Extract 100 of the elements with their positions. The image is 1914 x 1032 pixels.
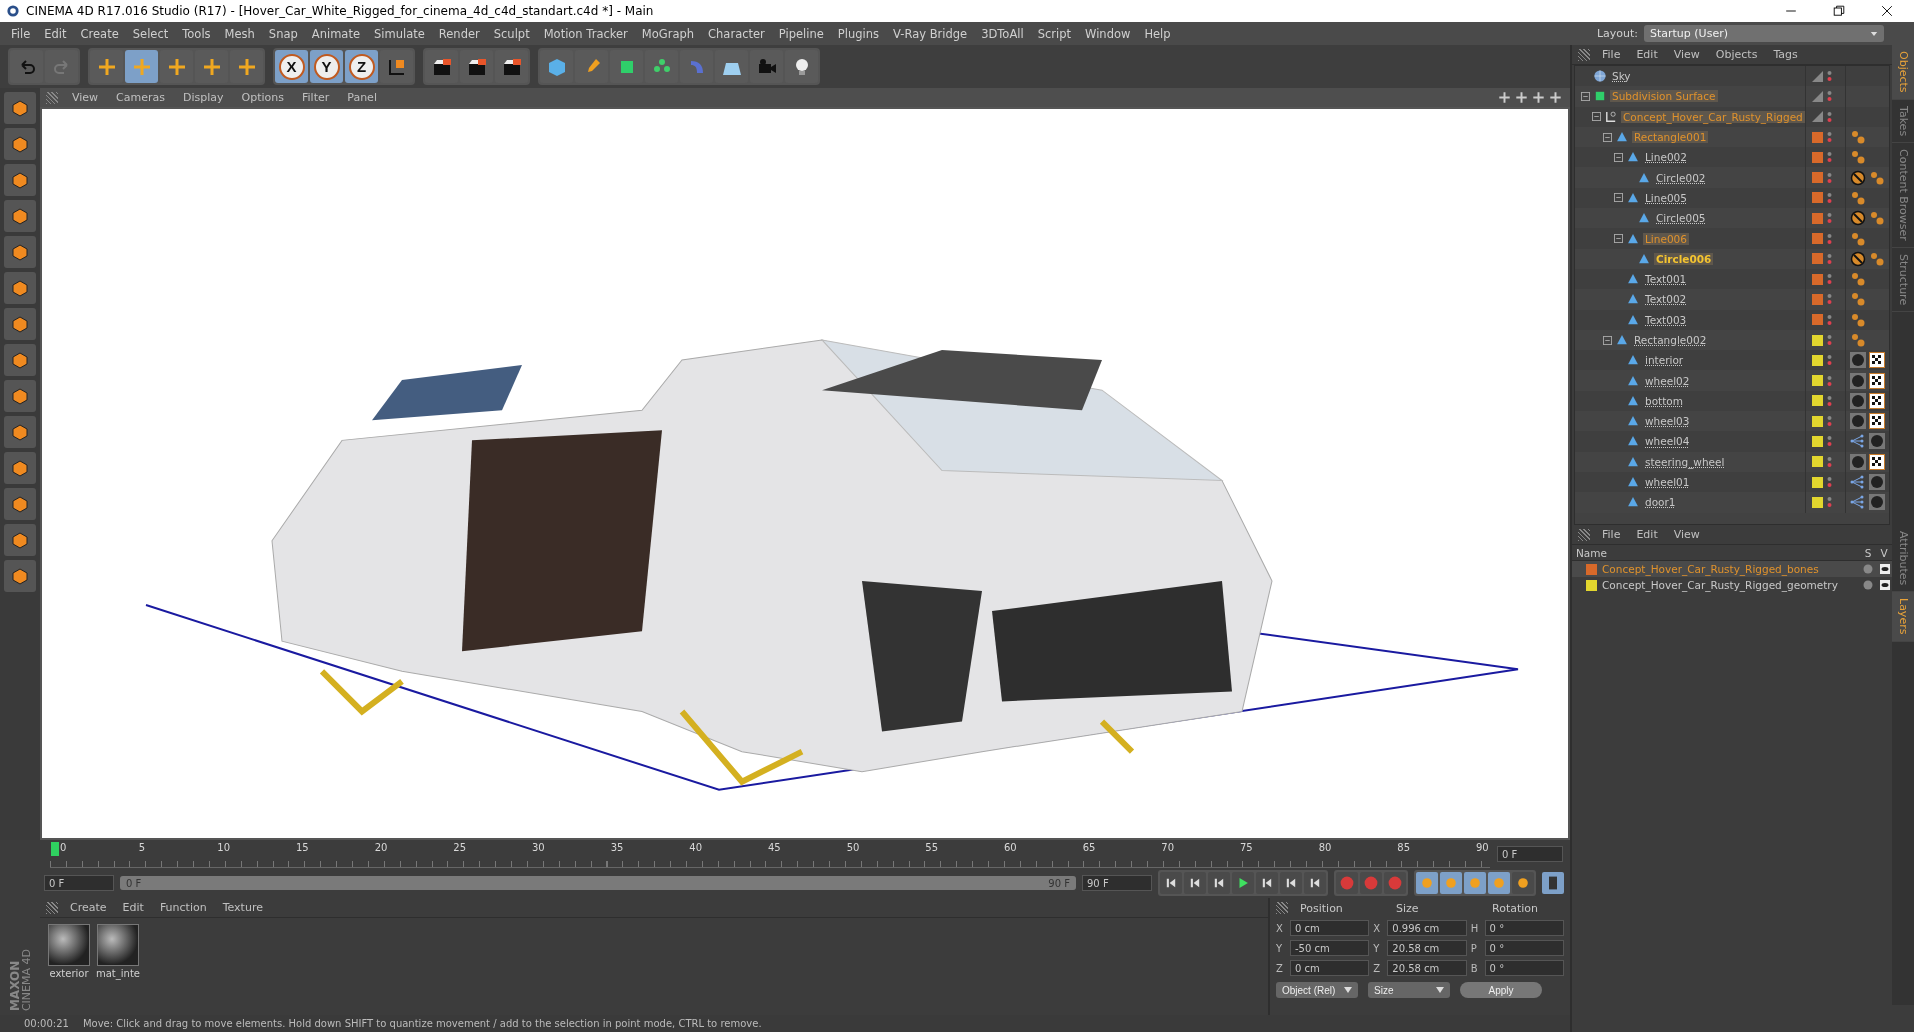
- material-menu-item[interactable]: Create: [62, 901, 115, 914]
- layer-menu-item[interactable]: View: [1665, 528, 1708, 541]
- layer-color-swatch[interactable]: [1812, 273, 1823, 285]
- timeline-ruler[interactable]: 0 5 10 15 20 25 30 35 40 45 50 55 60 65 70 75 80 85 90: [50, 840, 1490, 868]
- layer-color-swatch[interactable]: [1812, 415, 1823, 427]
- layer-color-swatch[interactable]: [1812, 131, 1823, 143]
- object-menu-item[interactable]: File: [1594, 48, 1629, 61]
- layer-color-swatch[interactable]: [1812, 354, 1823, 366]
- viewport-menu-item[interactable]: View: [64, 91, 107, 104]
- position-field[interactable]: 0 cm: [1289, 960, 1370, 976]
- viewport-menu-item[interactable]: Cameras: [108, 91, 173, 104]
- grip-icon[interactable]: [1578, 48, 1590, 61]
- object-name[interactable]: Line002: [1643, 151, 1689, 164]
- object-name[interactable]: Rectangle002: [1632, 334, 1709, 346]
- side-tab[interactable]: Content Browser: [1892, 142, 1914, 248]
- material-tag-icon[interactable]: [1850, 453, 1866, 470]
- material-tag-icon[interactable]: [1869, 494, 1885, 511]
- grip-icon[interactable]: [1276, 902, 1288, 914]
- layer-color-swatch[interactable]: [1812, 192, 1823, 204]
- object-name[interactable]: Circle005: [1654, 212, 1708, 225]
- material-name[interactable]: mat_inte: [96, 968, 140, 979]
- collapse-icon[interactable]: [1592, 112, 1601, 122]
- menu-item[interactable]: Plugins: [830, 26, 887, 41]
- object-menu-item[interactable]: Objects: [1707, 48, 1766, 61]
- menu-item[interactable]: Snap: [261, 26, 305, 41]
- collapse-icon[interactable]: [1603, 132, 1612, 142]
- side-tool-button[interactable]: [4, 272, 36, 304]
- position-field[interactable]: -50 cm: [1289, 940, 1370, 956]
- side-tab[interactable]: Structure: [1892, 247, 1914, 312]
- material-tag-icon[interactable]: [1869, 474, 1885, 491]
- current-frame-field[interactable]: 0 F: [1497, 846, 1563, 862]
- menu-item[interactable]: Render: [431, 26, 487, 41]
- object-name[interactable]: wheel01: [1643, 476, 1692, 489]
- layer-color-swatch[interactable]: [1586, 579, 1597, 591]
- side-tool-button[interactable]: [4, 236, 36, 268]
- tool-button[interactable]: [160, 50, 193, 83]
- menu-item[interactable]: Edit: [37, 26, 74, 41]
- size-field[interactable]: 20.58 cm: [1387, 960, 1467, 976]
- coordinate-system-button[interactable]: [380, 50, 413, 83]
- layer-color-swatch[interactable]: [1812, 151, 1823, 163]
- dots-tag-icon[interactable]: [1850, 129, 1866, 146]
- layer-menu-item[interactable]: File: [1594, 528, 1629, 541]
- side-tool-button[interactable]: [4, 452, 36, 484]
- size-field[interactable]: 0.996 cm: [1387, 920, 1467, 936]
- object-name[interactable]: Line005: [1643, 191, 1689, 204]
- transport-button[interactable]: [1304, 872, 1326, 894]
- rotation-field[interactable]: 0 °: [1484, 960, 1565, 976]
- subdivision-button[interactable]: [610, 50, 643, 83]
- material-preview[interactable]: [97, 924, 139, 966]
- position-field[interactable]: 0 cm: [1289, 920, 1370, 936]
- checker-tag-icon[interactable]: [1869, 413, 1885, 430]
- transport-button[interactable]: [1256, 872, 1278, 894]
- transport-button[interactable]: [1208, 872, 1230, 894]
- object-name[interactable]: wheel04: [1643, 435, 1692, 448]
- menu-item[interactable]: 3DToAll: [974, 26, 1031, 41]
- side-tool-button[interactable]: [4, 92, 36, 124]
- menu-item[interactable]: V-Ray Bridge: [886, 26, 975, 41]
- menu-item[interactable]: Mesh: [217, 26, 262, 41]
- checker-tag-icon[interactable]: [1869, 453, 1885, 470]
- object-menu-item[interactable]: Edit: [1628, 48, 1666, 61]
- dots-tag-icon[interactable]: [1869, 169, 1885, 186]
- pen-button[interactable]: [575, 50, 608, 83]
- object-name[interactable]: door1: [1643, 496, 1678, 509]
- solo-dot-icon[interactable]: [1863, 580, 1873, 590]
- side-tab[interactable]: Objects: [1892, 45, 1914, 100]
- layer-name[interactable]: Concept_Hover_Car_Rusty_Rigged_geometry: [1602, 579, 1858, 591]
- viewport-menu-item[interactable]: Panel: [339, 91, 385, 104]
- object-name[interactable]: wheel02: [1643, 374, 1692, 387]
- checker-tag-icon[interactable]: [1869, 392, 1885, 409]
- size-field[interactable]: 20.58 cm: [1387, 940, 1467, 956]
- side-tab[interactable]: Layers: [1892, 592, 1914, 642]
- skin-tag-icon[interactable]: [1850, 474, 1866, 491]
- layer-color-swatch[interactable]: [1812, 476, 1823, 488]
- render-button[interactable]: [460, 50, 493, 83]
- floor-button[interactable]: [715, 50, 748, 83]
- size-mode-dropdown[interactable]: Size: [1368, 982, 1450, 998]
- collapse-icon[interactable]: [1581, 91, 1590, 101]
- axis-lock-button[interactable]: Y: [310, 50, 343, 83]
- object-menu-item[interactable]: View: [1665, 48, 1708, 61]
- layer-color-swatch[interactable]: [1812, 314, 1823, 326]
- restrict-tag-icon[interactable]: [1850, 210, 1866, 227]
- layer-color-swatch[interactable]: [1812, 395, 1823, 407]
- menu-item[interactable]: Tools: [175, 26, 218, 41]
- restrict-tag-icon[interactable]: [1850, 169, 1866, 186]
- layer-color-swatch[interactable]: [1812, 456, 1823, 468]
- layer-color-swatch[interactable]: [1812, 293, 1823, 305]
- grip-icon[interactable]: [1578, 528, 1590, 541]
- camera-button[interactable]: [750, 50, 783, 83]
- cube-button[interactable]: [540, 50, 573, 83]
- object-name[interactable]: Circle002: [1654, 171, 1708, 184]
- collapse-icon[interactable]: [1614, 234, 1623, 243]
- collapse-icon[interactable]: [1603, 335, 1612, 345]
- material-name[interactable]: exterior: [49, 968, 89, 979]
- render-button[interactable]: [495, 50, 528, 83]
- layer-color-swatch[interactable]: [1812, 212, 1823, 224]
- object-name[interactable]: wheel03: [1643, 415, 1692, 428]
- object-name[interactable]: Circle006: [1654, 252, 1714, 265]
- object-name[interactable]: interior: [1643, 354, 1686, 367]
- grip-icon[interactable]: [46, 91, 58, 104]
- dots-tag-icon[interactable]: [1850, 149, 1866, 166]
